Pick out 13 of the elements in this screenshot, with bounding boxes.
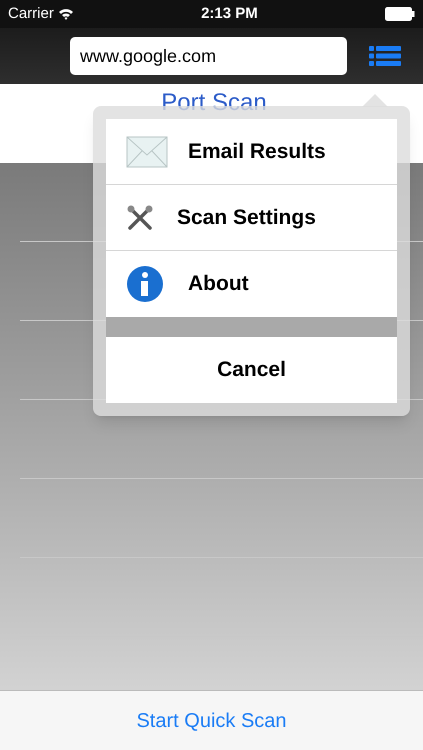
menu-item[interactable]: Email Results (106, 119, 397, 185)
menu-item[interactable]: About (106, 251, 397, 317)
battery-icon (384, 7, 415, 21)
envelope-icon (126, 136, 168, 168)
page-title: Port Scan (161, 88, 267, 118)
address-field[interactable]: www.google.com (70, 37, 347, 75)
list-icon[interactable] (369, 45, 401, 67)
clock: 2:13 PM (201, 4, 258, 24)
info-icon (126, 265, 164, 303)
menu-item[interactable]: Scan Settings (106, 185, 397, 251)
carrier-label: Carrier (8, 4, 54, 24)
tools-icon (126, 204, 154, 232)
wifi-icon (58, 8, 74, 20)
